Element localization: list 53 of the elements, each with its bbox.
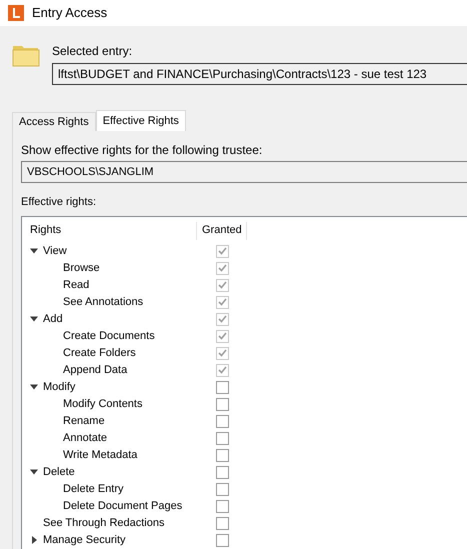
granted-checkbox[interactable]	[216, 448, 228, 462]
expanded-arrow-icon[interactable]	[30, 468, 38, 476]
expanded-arrow-icon[interactable]	[30, 315, 38, 323]
column-header[interactable]: Rights	[22, 222, 197, 240]
right-label: View	[43, 244, 67, 259]
right-label: Manage Security	[43, 532, 126, 548]
trustee-label: Show effective rights for the following trustee:	[21, 142, 264, 159]
selected-entry-label: Selected entry:	[52, 43, 134, 60]
granted-checkbox[interactable]	[216, 262, 228, 274]
right-label: Modify Contents	[63, 396, 142, 412]
granted-checkbox[interactable]	[216, 516, 228, 530]
right-label: Modify	[43, 380, 76, 395]
right-label: Create Documents	[63, 328, 155, 344]
granted-checkbox[interactable]	[216, 244, 228, 258]
right-label: Annotate	[63, 430, 108, 446]
granted-checkbox[interactable]	[216, 330, 228, 342]
expanded-arrow-icon[interactable]	[30, 247, 38, 255]
effective-rights-label: Effective rights:	[21, 195, 97, 210]
right-label: See Through Redactions	[43, 516, 164, 531]
granted-checkbox[interactable]	[216, 312, 228, 326]
granted-checkbox[interactable]	[216, 380, 228, 394]
trustee-field[interactable]: VBSCHOOLS\SJANGLIM	[21, 161, 467, 183]
right-label: Read	[63, 278, 90, 293]
right-label: Create Folders	[63, 346, 136, 361]
right-label: Rename	[63, 414, 105, 429]
granted-checkbox[interactable]	[216, 278, 228, 292]
folder-icon	[12, 43, 40, 67]
app-logo-icon	[8, 5, 24, 21]
right-label: Delete Document Pages	[63, 498, 182, 514]
granted-checkbox[interactable]	[216, 500, 228, 512]
expanded-arrow-icon[interactable]	[30, 383, 38, 391]
granted-checkbox[interactable]	[216, 398, 228, 410]
granted-checkbox[interactable]	[216, 534, 228, 546]
right-label: Write Metadata	[63, 448, 138, 463]
selected-entry-field[interactable]: lftst\BUDGET and FINANCE\Purchasing\Contracts\123 - sue test 123	[52, 63, 467, 85]
granted-checkbox[interactable]	[216, 296, 228, 308]
granted-checkbox[interactable]	[216, 466, 228, 478]
window-title: Entry Access	[32, 4, 108, 22]
right-label: Append Data	[63, 362, 128, 378]
right-label: See Annotations	[63, 294, 144, 310]
right-label: Delete Entry	[63, 482, 124, 497]
granted-checkbox[interactable]	[216, 346, 228, 360]
granted-checkbox[interactable]	[216, 482, 228, 496]
right-label: Add	[43, 312, 63, 327]
tab[interactable]: Access Rights	[12, 112, 96, 131]
tab[interactable]: Effective Rights	[96, 110, 186, 131]
granted-checkbox[interactable]	[216, 432, 228, 444]
granted-checkbox[interactable]	[216, 364, 228, 376]
collapsed-arrow-icon[interactable]	[30, 536, 38, 544]
column-header[interactable]: Granted	[197, 222, 247, 240]
right-label: Delete	[43, 464, 75, 480]
granted-checkbox[interactable]	[216, 414, 228, 428]
right-label: Browse	[63, 260, 100, 276]
